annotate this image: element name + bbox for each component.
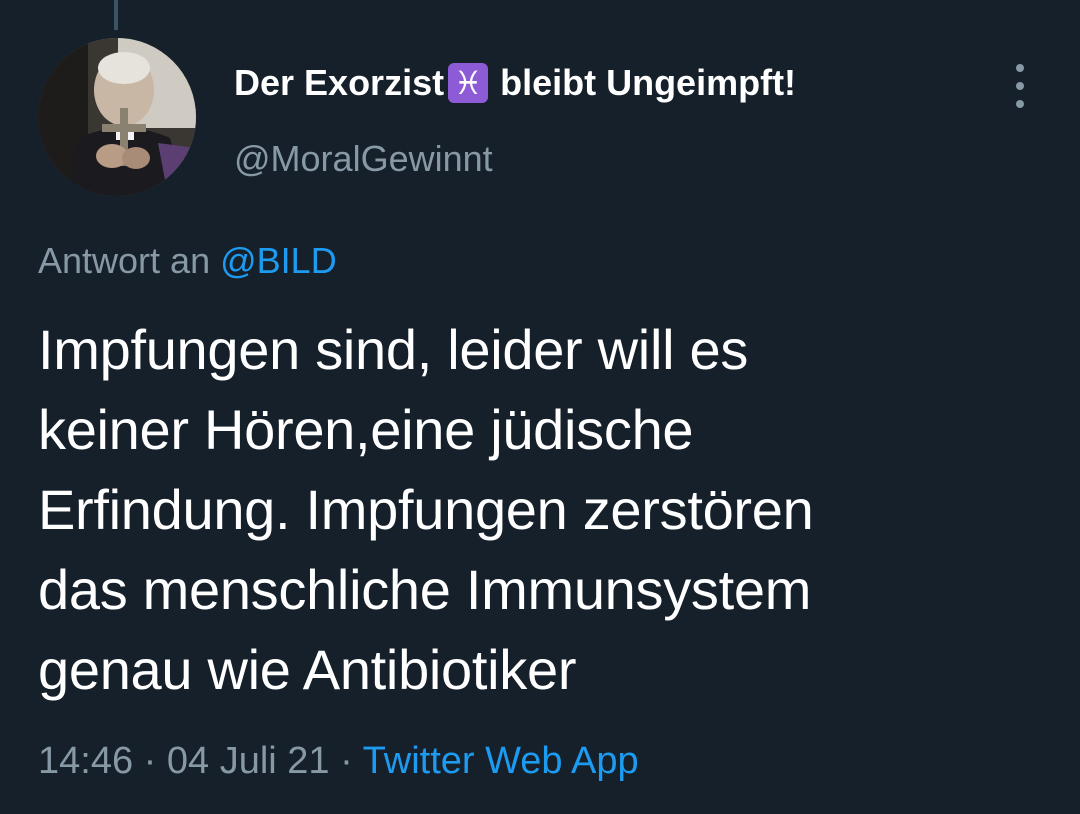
- tweet-metadata: 14:46 · 04 Juli 21 · Twitter Web App: [38, 740, 639, 783]
- tweet-time[interactable]: 14:46: [38, 740, 133, 782]
- meta-separator: ·: [143, 740, 157, 782]
- tweet-text-line: Erfindung. Impfungen zerstören: [38, 478, 814, 541]
- display-name-part-1: Der Exorzist: [234, 62, 445, 103]
- tweet-text-line: genau wie Antibiotiker: [38, 638, 577, 701]
- tweet-text-line: Impfungen sind, leider will es: [38, 318, 749, 381]
- tweet-source-link[interactable]: Twitter Web App: [363, 740, 639, 782]
- display-name[interactable]: Der Exorzist ♓ bleibt Ungeimpft!: [234, 62, 796, 104]
- user-handle[interactable]: @MoralGewinnt: [234, 138, 493, 180]
- avatar-image: [38, 38, 196, 196]
- more-vertical-icon-dot: [1016, 64, 1024, 72]
- tweet-date[interactable]: 04 Juli 21: [167, 740, 330, 782]
- more-vertical-icon-dot: [1016, 100, 1024, 108]
- tweet-text-line: das menschliche Immunsystem: [38, 558, 812, 621]
- tweet-text: Impfungen sind, leider will es keiner Hö…: [38, 310, 1048, 710]
- reply-context: Antwort an @BILD: [38, 240, 337, 282]
- reply-label: Antwort an: [38, 240, 211, 281]
- more-options-button[interactable]: [1008, 64, 1032, 108]
- tweet-text-line: keiner Hören,eine jüdische: [38, 398, 694, 461]
- thread-connector-line: [114, 0, 118, 30]
- reply-mention-link[interactable]: @BILD: [220, 240, 337, 281]
- display-name-part-2: bleibt Ungeimpft!: [500, 62, 797, 103]
- avatar[interactable]: [38, 38, 196, 196]
- more-vertical-icon-dot: [1016, 82, 1024, 90]
- meta-separator: ·: [340, 740, 353, 782]
- pisces-emoji-icon: ♓: [448, 63, 489, 103]
